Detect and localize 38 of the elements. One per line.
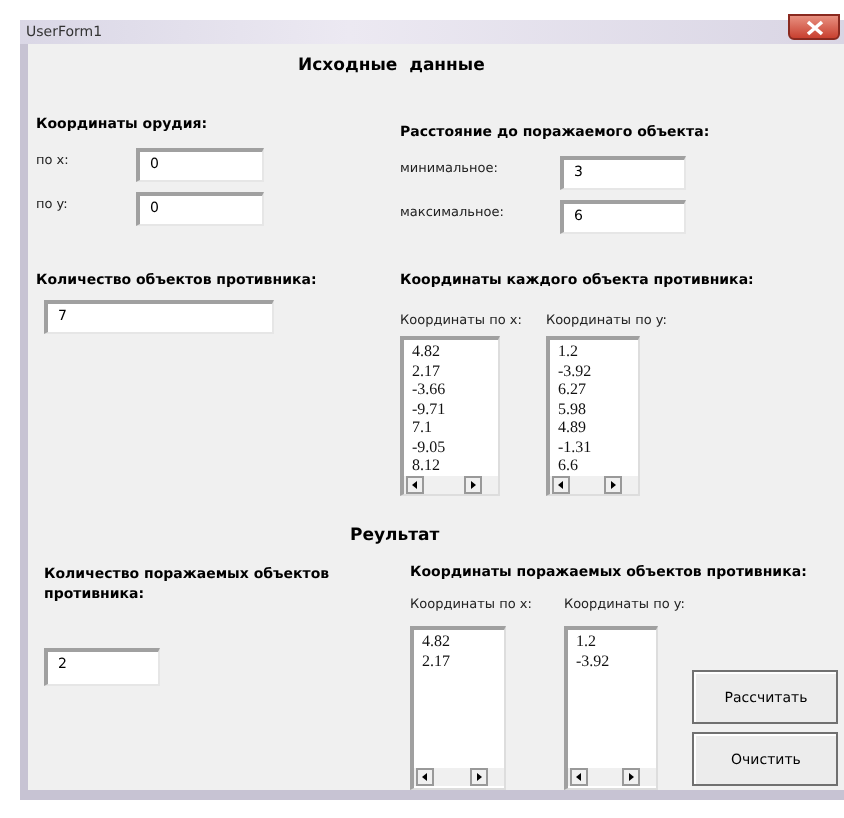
- list-item[interactable]: 6.6: [557, 456, 578, 475]
- list-item[interactable]: 7.1: [412, 418, 432, 437]
- list-item[interactable]: 6.27: [557, 380, 586, 399]
- scrollbar[interactable]: [414, 768, 504, 786]
- scrollbar[interactable]: [404, 475, 498, 493]
- list-box[interactable]: 4.82 2.17 -3.66 -9.71 7.1 -9.05 8.12: [400, 336, 500, 496]
- section-heading: Реультат: [350, 526, 442, 546]
- scrollbar[interactable]: [567, 768, 656, 786]
- list-item[interactable]: 4.82: [412, 342, 440, 361]
- list-item[interactable]: 5.98: [557, 399, 586, 418]
- list-item[interactable]: 8.12: [412, 456, 440, 475]
- scroll-left-icon[interactable]: [569, 768, 588, 786]
- list-item[interactable]: 4.82: [422, 632, 450, 651]
- list-item[interactable]: 1.2: [557, 342, 578, 361]
- close-button[interactable]: [788, 14, 840, 40]
- list-box[interactable]: 1.2 -3.92 6.27 5.98 4.89 -1.31 6.6: [545, 336, 640, 496]
- scroll-right-icon[interactable]: [470, 768, 488, 786]
- close-icon: [805, 19, 823, 35]
- list-item[interactable]: -9.05: [412, 437, 446, 456]
- list-item[interactable]: -3.92: [575, 651, 610, 670]
- list-item[interactable]: -3.92: [557, 361, 592, 380]
- list-item[interactable]: -3.66: [412, 380, 446, 399]
- list-item[interactable]: 2.17: [412, 361, 440, 380]
- scroll-left-icon[interactable]: [416, 768, 434, 786]
- list-item[interactable]: 1.2: [575, 632, 596, 651]
- list-item[interactable]: -1.31: [557, 437, 592, 456]
- scroll-left-icon[interactable]: [406, 475, 424, 493]
- scroll-left-icon[interactable]: [551, 475, 570, 493]
- list-item[interactable]: -9.71: [412, 399, 446, 418]
- list-box[interactable]: 1.2 -3.92: [563, 626, 658, 790]
- scrollbar[interactable]: [549, 475, 638, 493]
- section-heading: Исходные данные: [298, 56, 487, 76]
- scroll-right-icon[interactable]: [464, 475, 482, 493]
- list-item[interactable]: 4.89: [557, 418, 586, 437]
- scroll-right-icon[interactable]: [603, 475, 622, 493]
- list-item[interactable]: 2.17: [422, 651, 450, 670]
- list-box[interactable]: 4.82 2.17: [410, 626, 506, 790]
- scroll-right-icon[interactable]: [621, 768, 640, 786]
